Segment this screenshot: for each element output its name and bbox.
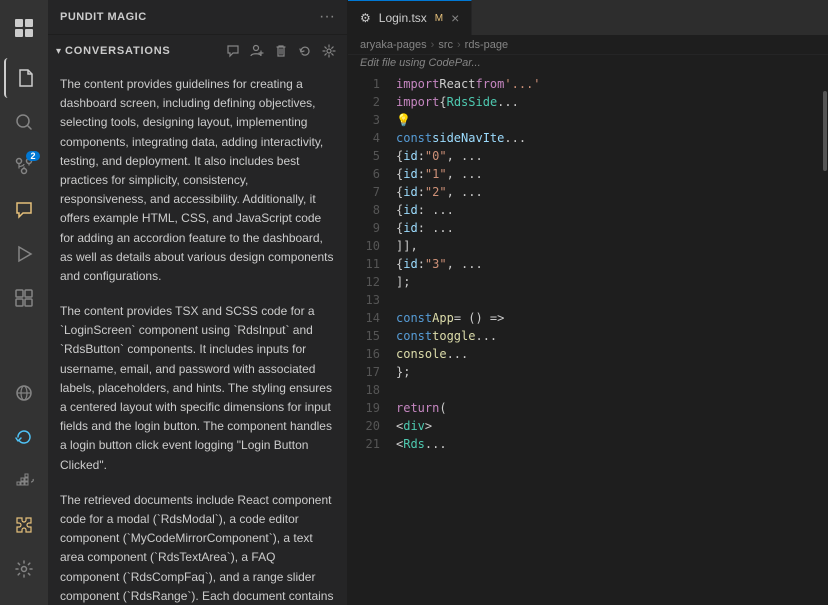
- remote-icon[interactable]: [4, 373, 44, 413]
- activity-bar: 2: [0, 0, 48, 605]
- editor-breadcrumb: aryaka-pages › src › rds-page: [348, 36, 828, 55]
- delete-action[interactable]: [271, 41, 291, 61]
- conversations-toggle[interactable]: ▾: [56, 46, 61, 57]
- add-user-action[interactable]: [247, 41, 267, 61]
- code-line: const toggle...: [396, 327, 822, 345]
- code-line: 💡: [396, 111, 822, 129]
- code-line: { id: "1", ...: [396, 165, 822, 183]
- code-line: <Rds...: [396, 435, 822, 453]
- code-content[interactable]: import React from '...'import { RdsSide.…: [392, 71, 822, 605]
- editor-scrollbar-thumb[interactable]: [823, 91, 827, 171]
- code-line: console...: [396, 345, 822, 363]
- code-line: { id: "3", ...: [396, 255, 822, 273]
- tab-filename: Login.tsx: [379, 11, 427, 25]
- extensions-icon[interactable]: [4, 278, 44, 318]
- tab-close-button[interactable]: ×: [451, 11, 459, 25]
- app-name: PUNDIT MAGIC: [60, 11, 147, 23]
- search-icon[interactable]: [4, 102, 44, 142]
- source-control-icon[interactable]: 2: [4, 146, 44, 186]
- puzzle-icon[interactable]: [4, 505, 44, 545]
- code-line: const sideNavIte...: [396, 129, 822, 147]
- breadcrumb-part-2[interactable]: src: [438, 39, 453, 51]
- breadcrumb-part-1[interactable]: aryaka-pages: [360, 39, 427, 51]
- conversation-paragraph-1: The content provides guidelines for crea…: [60, 75, 335, 286]
- sidebar-title-bar: PUNDIT MAGIC ···: [48, 0, 347, 35]
- tab-modified-indicator: M: [435, 13, 443, 24]
- app-logo-icon[interactable]: [4, 8, 44, 48]
- editor-body: 123456789101112131415161718192021 import…: [348, 71, 828, 605]
- editor-scrollbar[interactable]: [822, 71, 828, 605]
- code-line: { id: "2", ...: [396, 183, 822, 201]
- code-line: ];: [396, 273, 822, 291]
- editor-tabs: ⚙ Login.tsx M ×: [348, 0, 828, 36]
- source-control-badge: 2: [26, 151, 40, 161]
- code-line: { id: ...: [396, 219, 822, 237]
- conversations-label: CONVERSATIONS: [65, 45, 219, 57]
- code-line: [396, 291, 822, 309]
- conversation-paragraph-2: The content provides TSX and SCSS code f…: [60, 302, 335, 475]
- run-debug-icon[interactable]: [4, 234, 44, 274]
- sidebar: PUNDIT MAGIC ··· ▾ CONVERSATIONS: [48, 0, 348, 605]
- code-line: };: [396, 363, 822, 381]
- line-numbers: 123456789101112131415161718192021: [348, 71, 392, 605]
- conversations-content: The content provides guidelines for crea…: [48, 67, 347, 605]
- conversations-header: ▾ CONVERSATIONS: [48, 35, 347, 67]
- code-line: return (: [396, 399, 822, 417]
- settings-icon[interactable]: [4, 549, 44, 589]
- code-line: import { RdsSide...: [396, 93, 822, 111]
- sync-icon[interactable]: [4, 417, 44, 457]
- breadcrumb-part-3[interactable]: rds-page: [465, 39, 508, 51]
- code-line: const App = () =>: [396, 309, 822, 327]
- tab-gear-icon: ⚙: [360, 11, 371, 25]
- code-line: import React from '...': [396, 75, 822, 93]
- new-chat-action[interactable]: [223, 41, 243, 61]
- chat-icon[interactable]: [4, 190, 44, 230]
- code-line: { id: ...: [396, 201, 822, 219]
- tab-login-tsx[interactable]: ⚙ Login.tsx M ×: [348, 0, 472, 35]
- conversation-paragraph-3: The retrieved documents include React co…: [60, 491, 335, 605]
- editor-panel: ⚙ Login.tsx M × aryaka-pages › src › rds…: [348, 0, 828, 605]
- activity-bar-bottom: [4, 373, 44, 589]
- breadcrumb-sep-1: ›: [431, 39, 435, 51]
- code-line: ]],: [396, 237, 822, 255]
- breadcrumb-sep-2: ›: [457, 39, 461, 51]
- docker-icon[interactable]: [4, 461, 44, 501]
- conversations-actions: [223, 41, 339, 61]
- code-line: <div>: [396, 417, 822, 435]
- code-line: { id: "0", ...: [396, 147, 822, 165]
- activity-bar-top: 2: [4, 8, 44, 369]
- refresh-action[interactable]: [295, 41, 315, 61]
- editor-hint: Edit file using CodePar...: [348, 55, 828, 71]
- settings-action[interactable]: [319, 41, 339, 61]
- files-icon[interactable]: [4, 58, 44, 98]
- code-line: [396, 381, 822, 399]
- sidebar-more-button[interactable]: ···: [319, 8, 335, 26]
